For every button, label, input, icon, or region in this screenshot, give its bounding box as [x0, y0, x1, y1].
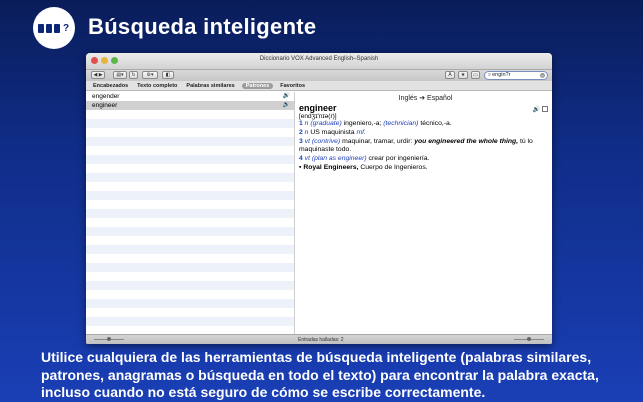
settings-button[interactable]: ⚙▾: [142, 71, 158, 79]
empty-row: [86, 119, 294, 128]
empty-row: [86, 227, 294, 236]
clear-search-icon[interactable]: ×: [540, 73, 545, 78]
empty-row: [86, 236, 294, 245]
search-value: engin?r: [492, 72, 511, 78]
empty-row: [86, 110, 294, 119]
empty-row: [86, 155, 294, 164]
speaker-icon[interactable]: 🔊: [283, 92, 290, 101]
entry-panel: Inglés ➔ Español 🔊 engineer [endʒɪ'nɪə(r…: [295, 92, 552, 334]
list-item[interactable]: engender 🔊: [86, 92, 294, 101]
tab-palabras-similares[interactable]: Palabras similares: [184, 83, 236, 89]
font-size-button[interactable]: A: [445, 71, 455, 79]
sense-2: 2 n US maquinista mf.: [299, 128, 366, 136]
empty-row: [86, 200, 294, 209]
sense-1: 1 n (graduate) ingeniero,-a; (technician…: [299, 120, 452, 127]
toolbar: ◀ ▶ ▤▾ ↻ ⚙▾ ◧ A ★ ▭ ⌕engin?r ×: [86, 70, 552, 81]
tab-patrones[interactable]: Patrones: [241, 82, 274, 89]
favorite-star-button[interactable]: ★: [458, 71, 468, 79]
list-item-word: engender: [92, 93, 120, 100]
tab-texto-completo[interactable]: Texto completo: [135, 83, 179, 89]
results-count: Entradas halladas: 2: [298, 337, 344, 343]
empty-row: [86, 209, 294, 218]
window-title: Diccionario VOX Advanced English–Spanish: [259, 56, 379, 62]
status-bar: Entradas halladas: 2: [86, 334, 552, 344]
magnifier-icon: ⌕: [488, 72, 492, 78]
empty-row: [86, 290, 294, 299]
sense-3: 3 vt (contrive) maquinar, tramar, urdir:…: [299, 137, 533, 154]
tab-encabezados[interactable]: Encabezados: [91, 83, 130, 89]
page-title: Búsqueda inteligente: [88, 14, 317, 39]
empty-row: [86, 182, 294, 191]
empty-row: [86, 191, 294, 200]
sidebar-toggle-button[interactable]: ◧: [162, 71, 174, 79]
cross-reference-link[interactable]: mf.: [356, 129, 365, 136]
empty-row: [86, 272, 294, 281]
empty-row: [86, 254, 294, 263]
results-list: engender 🔊 engineer 🔊: [86, 92, 295, 334]
logo-square-icon: [53, 23, 60, 33]
empty-row: [86, 146, 294, 155]
logo-square-icon: [45, 23, 52, 33]
compound-entry: ▪ Royal Engineers, Cuerpo de Ingenieros.: [299, 163, 428, 171]
back-forward-button[interactable]: ◀ ▶: [91, 71, 105, 79]
empty-row: [86, 218, 294, 227]
logo-question-icon: ?: [62, 22, 70, 34]
logo-square-icon: [37, 23, 44, 33]
empty-row: [86, 137, 294, 146]
speaker-icon[interactable]: 🔊: [283, 101, 290, 110]
bookmark-icon[interactable]: [542, 106, 548, 112]
empty-row: [86, 173, 294, 182]
search-mode-tabs: Encabezados Texto completo Palabras simi…: [86, 81, 552, 91]
history-button[interactable]: ▤▾: [113, 71, 127, 79]
empty-row: [86, 245, 294, 254]
pronunciation: [endʒɪ'nɪə(r)]: [299, 113, 337, 120]
list-font-slider[interactable]: [94, 337, 124, 341]
empty-row: [86, 299, 294, 308]
speaker-icon[interactable]: 🔊: [533, 106, 540, 113]
tab-favoritos[interactable]: Favoritos: [278, 83, 307, 89]
empty-row: [86, 128, 294, 137]
list-item-word: engineer: [92, 102, 118, 109]
print-button[interactable]: ▭: [471, 71, 480, 79]
empty-row: [86, 164, 294, 173]
app-logo-badge: ?: [33, 7, 75, 49]
dictionary-window: Diccionario VOX Advanced English–Spanish…: [86, 53, 552, 344]
empty-row: [86, 317, 294, 326]
feature-caption: Utilice cualquiera de las herramientas d…: [41, 349, 599, 400]
empty-row: [86, 308, 294, 317]
empty-row: [86, 263, 294, 272]
empty-row: [86, 281, 294, 290]
list-item[interactable]: engineer 🔊: [86, 101, 294, 110]
refresh-button[interactable]: ↻: [129, 71, 138, 79]
sense-4: 4 vt (plan as engineer) crear por ingeni…: [299, 155, 430, 163]
window-titlebar: Diccionario VOX Advanced English–Spanish: [86, 53, 552, 70]
headword: engineer: [299, 103, 337, 113]
entry-font-slider[interactable]: [514, 337, 544, 341]
search-input[interactable]: ⌕engin?r ×: [484, 71, 548, 80]
language-direction[interactable]: Inglés ➔ Español: [299, 94, 552, 102]
